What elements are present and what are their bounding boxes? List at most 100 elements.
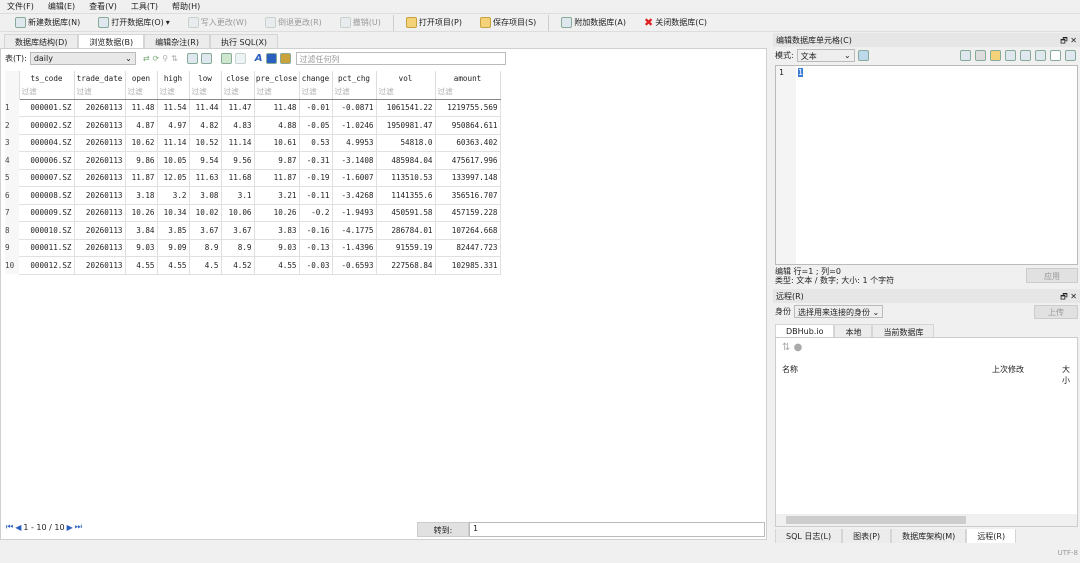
column-header-trade_date[interactable]: trade_date <box>74 71 126 85</box>
column-filter-input[interactable]: 过滤 <box>332 85 377 100</box>
row-number[interactable]: 2 <box>5 116 19 134</box>
cell-low[interactable]: 3.08 <box>189 186 222 205</box>
cell-pre_close[interactable]: 9.87 <box>254 151 300 170</box>
cell-trade_date[interactable]: 20260113 <box>74 186 126 205</box>
cell-pre_close[interactable]: 4.88 <box>254 116 300 135</box>
cell-ts_code[interactable]: 000011.SZ <box>19 239 75 257</box>
cell-editor[interactable]: 1 1 <box>775 65 1078 265</box>
cell-close[interactable]: 11.14 <box>221 134 255 152</box>
attach-database-button[interactable]: 附加数据库(A) <box>552 14 635 31</box>
row-number[interactable]: 5 <box>5 169 19 187</box>
cell-change[interactable]: -0.2 <box>299 204 333 222</box>
cell-low[interactable]: 8.9 <box>189 239 222 257</box>
cell-pre_close[interactable]: 3.21 <box>254 186 300 205</box>
cell-amount[interactable]: 950864.611 <box>435 116 501 135</box>
set-null-icon[interactable] <box>1020 50 1031 61</box>
column-filter-input[interactable]: 过滤 <box>435 85 501 100</box>
cell-close[interactable]: 11.47 <box>221 99 255 117</box>
row-number[interactable]: 7 <box>5 204 19 222</box>
tab-plot[interactable]: 图表(P) <box>842 529 892 543</box>
cell-pct_chg[interactable]: -0.0871 <box>332 99 377 117</box>
cell-vol[interactable]: 450591.58 <box>376 204 436 222</box>
cell-low[interactable]: 4.82 <box>189 116 222 135</box>
cell-ts_code[interactable]: 000007.SZ <box>19 169 75 187</box>
cell-open[interactable]: 11.48 <box>125 99 158 117</box>
cell-open[interactable]: 9.03 <box>125 239 158 257</box>
cell-trade_date[interactable]: 20260113 <box>74 256 126 275</box>
cell-trade_date[interactable]: 20260113 <box>74 99 126 117</box>
cell-high[interactable]: 3.2 <box>157 186 190 205</box>
menu-tools[interactable]: 工具(T) <box>124 0 165 12</box>
close-database-button[interactable]: ✖ 关闭数据库(C) <box>635 14 716 31</box>
tab-execute-sql[interactable]: 执行 SQL(X) <box>209 34 279 48</box>
column-header-low[interactable]: low <box>189 71 222 85</box>
font-icon[interactable]: A <box>255 53 263 64</box>
cell-vol[interactable]: 286784.01 <box>376 221 436 240</box>
tab-dbhub[interactable]: DBHub.io <box>775 324 835 338</box>
column-header-high[interactable]: high <box>157 71 190 85</box>
insert-record-icon[interactable] <box>220 53 232 64</box>
open-in-editor-icon[interactable] <box>1035 50 1046 61</box>
write-changes-button[interactable]: 写入更改(W) <box>179 14 256 31</box>
cell-close[interactable]: 10.06 <box>221 204 255 222</box>
column-filter-input[interactable]: 过滤 <box>189 85 222 100</box>
cell-open[interactable]: 9.86 <box>125 151 158 170</box>
menu-edit[interactable]: 编辑(E) <box>41 0 82 12</box>
cell-open[interactable]: 3.18 <box>125 186 158 205</box>
auto-switch-mode-icon[interactable] <box>857 50 869 61</box>
print-icon[interactable] <box>1065 50 1076 61</box>
cell-pre_close[interactable]: 4.55 <box>254 256 300 275</box>
tab-db-schema[interactable]: 数据库架构(M) <box>891 529 967 543</box>
identity-select[interactable]: 选择用来连接的身份 ⌄ <box>794 305 884 318</box>
cell-ts_code[interactable]: 000001.SZ <box>19 99 75 117</box>
cell-change[interactable]: -0.05 <box>299 116 333 135</box>
cell-high[interactable]: 11.54 <box>157 99 190 117</box>
cell-change[interactable]: -0.31 <box>299 151 333 170</box>
mode-select[interactable]: 文本 ⌄ <box>796 49 855 62</box>
cell-close[interactable]: 4.83 <box>221 116 255 135</box>
export-icon[interactable] <box>1005 50 1016 61</box>
goto-input[interactable]: 1 <box>469 522 765 537</box>
cell-open[interactable]: 4.55 <box>125 256 158 275</box>
cell-low[interactable]: 10.52 <box>189 134 222 152</box>
delete-record-icon[interactable] <box>234 53 246 64</box>
cell-close[interactable]: 4.52 <box>221 256 255 275</box>
previous-page-icon[interactable]: ◀ <box>15 523 21 532</box>
menu-view[interactable]: 查看(V) <box>82 0 124 12</box>
cell-close[interactable]: 9.56 <box>221 151 255 170</box>
column-filter-input[interactable]: 过滤 <box>376 85 436 100</box>
column-header-amount[interactable]: amount <box>435 71 501 85</box>
cell-vol[interactable]: 1141355.6 <box>376 186 436 205</box>
tab-current-database[interactable]: 当前数据库 <box>872 324 935 338</box>
tab-sql-log[interactable]: SQL 日志(L) <box>775 529 843 543</box>
cell-high[interactable]: 10.05 <box>157 151 190 170</box>
cell-ts_code[interactable]: 000009.SZ <box>19 204 75 222</box>
column-filter-input[interactable]: 过滤 <box>221 85 255 100</box>
cell-vol[interactable]: 54818.0 <box>376 134 436 152</box>
cell-high[interactable]: 4.97 <box>157 116 190 135</box>
column-filter-input[interactable]: 过滤 <box>125 85 158 100</box>
cell-high[interactable]: 11.14 <box>157 134 190 152</box>
cell-pre_close[interactable]: 10.61 <box>254 134 300 152</box>
cell-pct_chg[interactable]: 4.9953 <box>332 134 377 152</box>
cell-pre_close[interactable]: 11.87 <box>254 169 300 187</box>
save-table-icon[interactable] <box>186 53 198 64</box>
cell-vol[interactable]: 113510.53 <box>376 169 436 187</box>
save-project-button[interactable]: 保存项目(S) <box>471 14 545 31</box>
last-page-icon[interactable]: ⏭ <box>75 522 82 532</box>
cell-ts_code[interactable]: 000002.SZ <box>19 116 75 135</box>
cell-amount[interactable]: 107264.668 <box>435 221 501 240</box>
first-page-icon[interactable]: ⏮ <box>6 522 13 532</box>
horizontal-scrollbar[interactable] <box>776 514 1077 526</box>
tab-browse-data[interactable]: 浏览数据(B) <box>78 34 145 48</box>
column-last-modified[interactable]: 上次修改 <box>992 364 1024 375</box>
open-project-button[interactable]: 打开项目(P) <box>397 14 471 31</box>
cell-trade_date[interactable]: 20260113 <box>74 151 126 170</box>
print-icon[interactable] <box>200 53 212 64</box>
cell-change[interactable]: -0.03 <box>299 256 333 275</box>
cell-low[interactable]: 11.63 <box>189 169 222 187</box>
tab-edit-pragmas[interactable]: 编辑杂注(R) <box>144 34 210 48</box>
row-number[interactable]: 3 <box>5 134 19 152</box>
cell-amount[interactable]: 102985.331 <box>435 256 501 275</box>
row-number[interactable]: 6 <box>5 186 19 204</box>
